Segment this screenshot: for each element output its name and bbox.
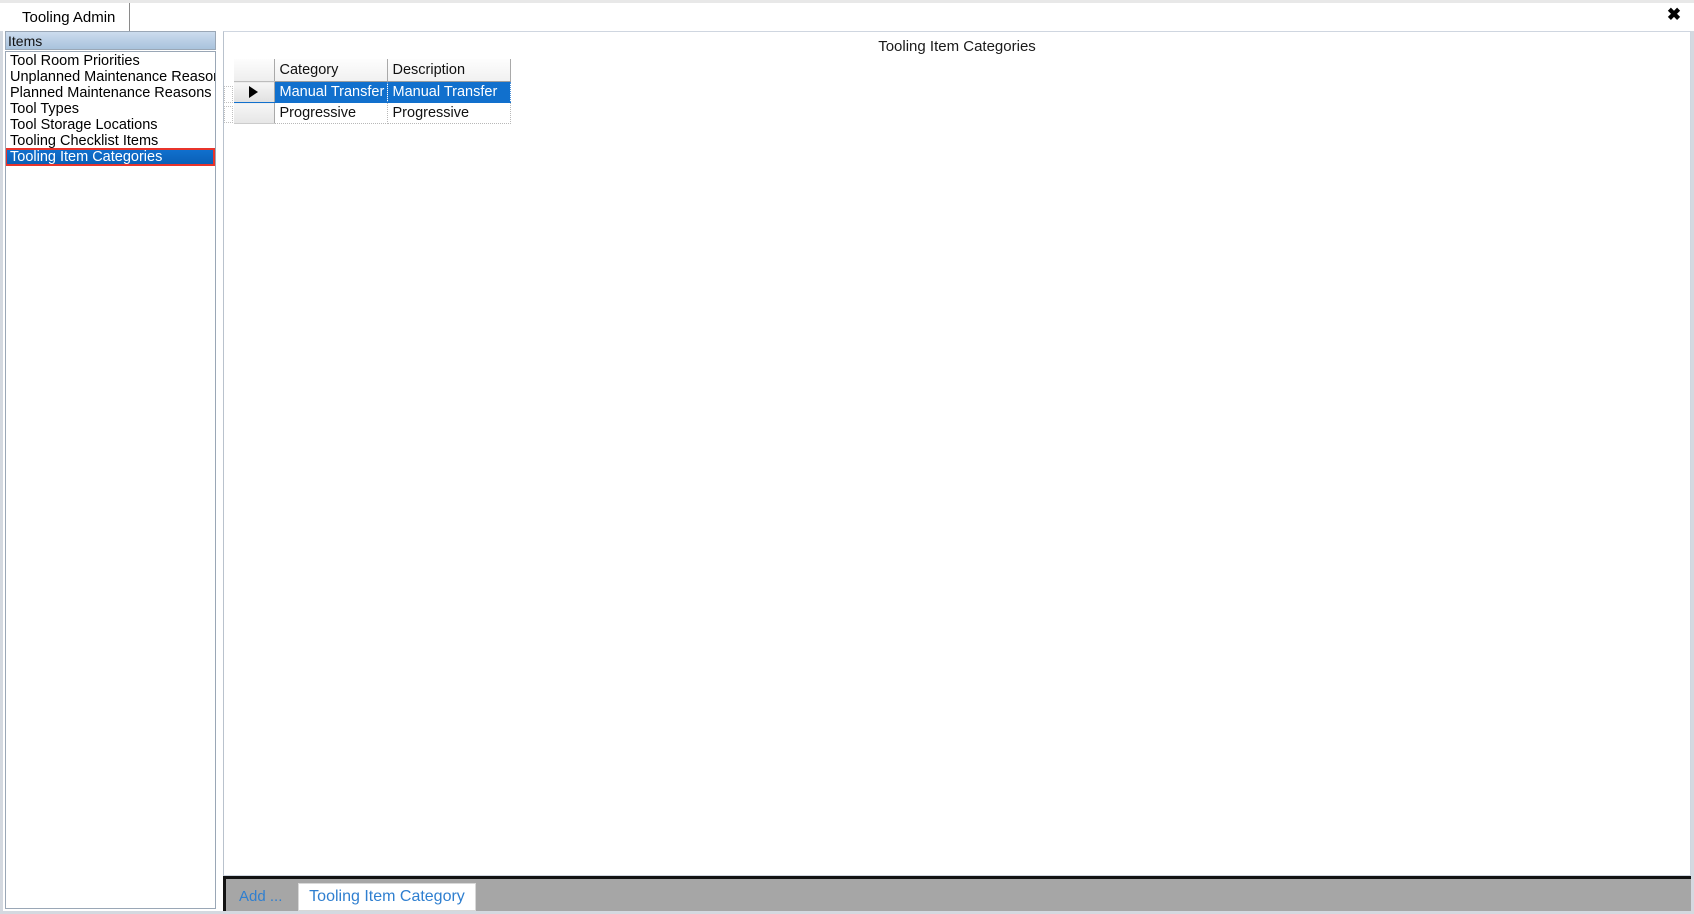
close-icon[interactable]: ✖ bbox=[1663, 4, 1685, 26]
tab-strip: Tooling Admin ✖ bbox=[0, 0, 1694, 31]
cell-category[interactable]: Progressive bbox=[274, 102, 388, 124]
add-tooling-item-category-button[interactable]: Tooling Item Category bbox=[298, 883, 476, 911]
sidebar-item-tool-types[interactable]: Tool Types bbox=[6, 101, 215, 117]
row-marker bbox=[224, 86, 233, 103]
table-row[interactable]: Progressive Progressive bbox=[234, 102, 511, 124]
current-row-arrow-icon bbox=[249, 85, 259, 98]
tab-tooling-admin[interactable]: Tooling Admin bbox=[8, 3, 131, 31]
sidebar-item-list[interactable]: Tool Room Priorities Unplanned Maintenan… bbox=[5, 51, 216, 909]
sidebar-item-unplanned-maintenance-reasons[interactable]: Unplanned Maintenance Reasons bbox=[6, 69, 215, 85]
grid-header-selector bbox=[234, 59, 275, 82]
row-selector-cell[interactable] bbox=[234, 102, 275, 124]
grid-row-markers bbox=[224, 86, 233, 128]
sidebar-item-tool-room-priorities[interactable]: Tool Room Priorities bbox=[6, 53, 215, 69]
cell-description[interactable]: Manual Transfer bbox=[387, 81, 511, 103]
grid-header-description[interactable]: Description bbox=[387, 59, 511, 82]
grid-header-row: Category Description bbox=[234, 59, 511, 82]
tooling-admin-window: Tooling Admin ✖ Items Tool Room Prioriti… bbox=[0, 0, 1694, 914]
sidebar-header-items: Items bbox=[5, 31, 216, 50]
grid-header-category[interactable]: Category bbox=[274, 59, 388, 82]
page-title: Tooling Item Categories bbox=[878, 38, 1036, 55]
add-label: Add ... bbox=[239, 888, 283, 905]
row-marker bbox=[224, 106, 233, 123]
cell-category[interactable]: Manual Transfer bbox=[274, 81, 388, 103]
sidebar-item-tool-storage-locations[interactable]: Tool Storage Locations bbox=[6, 117, 215, 133]
sidebar-item-tooling-checklist-items[interactable]: Tooling Checklist Items bbox=[6, 133, 215, 149]
tooling-item-categories-grid[interactable]: Category Description Manual Transfer Man… bbox=[234, 59, 511, 124]
items-sidebar: Items Tool Room Priorities Unplanned Mai… bbox=[3, 31, 218, 911]
sidebar-item-tooling-item-categories[interactable]: Tooling Item Categories bbox=[6, 148, 215, 166]
content-panel: Tooling Item Categories Category Descrip… bbox=[223, 31, 1691, 876]
sidebar-item-planned-maintenance-reasons[interactable]: Planned Maintenance Reasons bbox=[6, 85, 215, 101]
table-row[interactable]: Manual Transfer Manual Transfer bbox=[234, 81, 511, 103]
action-bar: Add ... Tooling Item Category bbox=[223, 876, 1691, 913]
row-selector-cell[interactable] bbox=[234, 81, 275, 103]
cell-description[interactable]: Progressive bbox=[387, 102, 511, 124]
